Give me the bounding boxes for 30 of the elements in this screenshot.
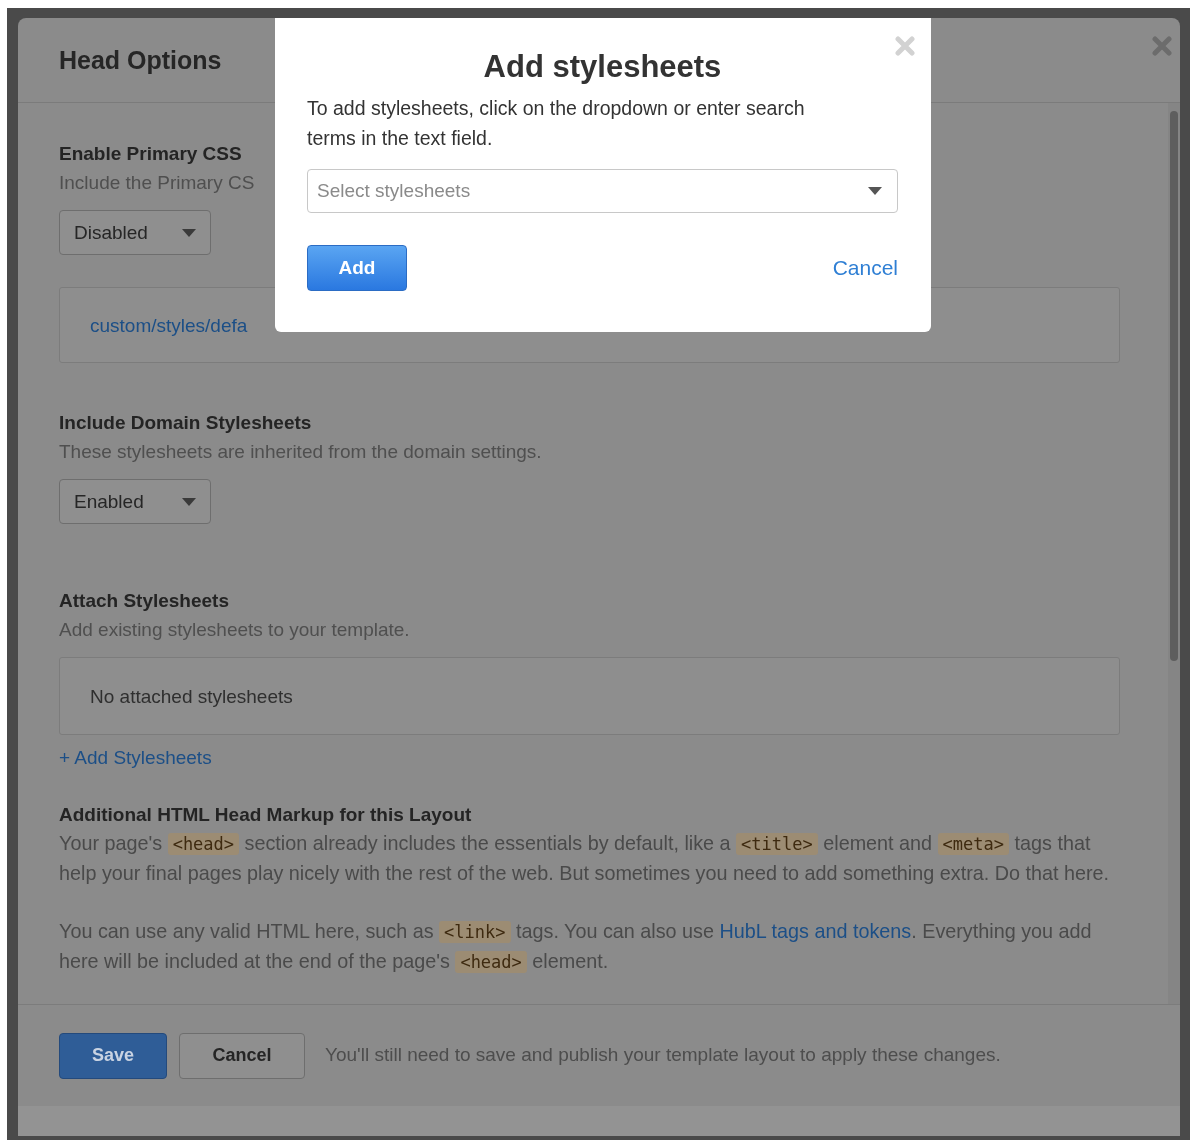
close-icon[interactable] [1152, 36, 1172, 56]
add-stylesheets-link[interactable]: + Add Stylesheets [59, 743, 212, 772]
section-heading: Additional HTML Head Markup for this Layout [59, 803, 472, 827]
section-description: Include the Primary CS [59, 171, 255, 195]
paragraph: Your page's <head> section already includes the essentials by default, like a <title> element and <meta> tags that help your final pages play nicely with the rest of the web. But sometimes you need to add something extra. Do that here. [59, 831, 1111, 886]
scrollbar[interactable] [1168, 103, 1180, 1004]
file-link[interactable]: custom/styles/defa [90, 310, 248, 340]
instructions: To add stylesheets, click on the dropdown or enter search terms in the text field. [307, 96, 806, 152]
caret-icon [868, 187, 882, 196]
add-button[interactable]: Add [307, 245, 407, 292]
caret-icon [182, 497, 196, 506]
section-description: These stylesheets are inherited from the domain settings. [59, 440, 542, 464]
stylesheet-select-field[interactable]: Select stylesheets [307, 169, 898, 214]
hubl-link[interactable]: HubL tags and tokens [719, 920, 912, 942]
section-heading: Include Domain Stylesheets [59, 411, 312, 435]
empty-message: No attached stylesheets [90, 684, 293, 709]
section-heading: Attach Stylesheets [59, 589, 229, 613]
footer-note: You'll still need to save and publish your template layout to apply these changes. [325, 1043, 1001, 1068]
section-description: Add existing stylesheets to your template. [59, 618, 410, 642]
dialog-title: Head Options [59, 45, 222, 75]
dropdown[interactable]: Enabled [59, 479, 211, 524]
dialog-title: Add stylesheets [482, 48, 723, 86]
cancel-link[interactable]: Cancel [832, 252, 898, 284]
save-button[interactable]: Save [59, 1032, 167, 1079]
cancel-button[interactable]: Cancel [179, 1032, 305, 1079]
section-heading: Enable Primary CSS [59, 142, 242, 166]
dropdown[interactable]: Disabled [59, 210, 211, 255]
paragraph: You can use any valid HTML here, such as <link> tags. You can also use HubL tags and tokens. Everything you add here will be included at the end of the page's <head> element. [59, 919, 1093, 975]
scrollbar-thumb[interactable] [1170, 111, 1178, 661]
caret-icon [182, 228, 196, 237]
